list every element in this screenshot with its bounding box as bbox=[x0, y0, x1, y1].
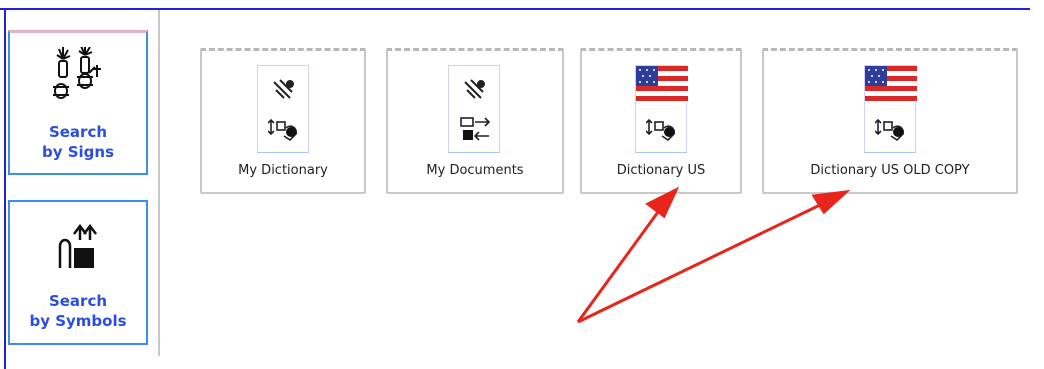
signwriting-icon bbox=[270, 76, 298, 109]
dictionary-label: Dictionary US bbox=[616, 163, 706, 178]
dictionary-card bbox=[864, 65, 917, 153]
search-by-symbols-button[interactable]: Search by Symbols bbox=[8, 200, 148, 345]
annotation-arrow-line bbox=[576, 211, 660, 323]
signwriting-icon bbox=[461, 76, 489, 109]
symbols-icon bbox=[54, 223, 102, 275]
sign-symbols-icon bbox=[645, 114, 678, 151]
dictionary-card bbox=[635, 65, 688, 153]
document-symbols-icon bbox=[459, 114, 493, 151]
dictionary-tile-my-dictionary[interactable]: My Dictionary bbox=[200, 48, 366, 194]
sign-symbols-icon bbox=[267, 114, 300, 151]
dictionary-tile-my-documents[interactable]: My Documents bbox=[386, 48, 564, 194]
us-flag-icon bbox=[636, 66, 688, 102]
annotation-arrow-line bbox=[577, 202, 823, 324]
dictionary-label: My Dictionary bbox=[238, 163, 328, 178]
dictionary-tile-dictionary-us[interactable]: Dictionary US bbox=[580, 48, 742, 194]
search-by-signs-button[interactable]: Search by Signs bbox=[8, 30, 148, 175]
dictionary-card bbox=[257, 65, 309, 153]
sign-symbols-icon bbox=[874, 114, 907, 151]
dictionary-label: My Documents bbox=[426, 163, 524, 178]
search-by-symbols-label: Search by Symbols bbox=[29, 292, 127, 330]
window-top-border bbox=[0, 8, 1030, 10]
annotation-arrowhead bbox=[811, 189, 851, 215]
dictionary-tile-dictionary-us-old-copy[interactable]: Dictionary US OLD COPY bbox=[762, 48, 1018, 194]
sidebar-divider bbox=[158, 10, 160, 356]
hands-signs-icon bbox=[49, 45, 107, 116]
dictionary-label: Dictionary US OLD COPY bbox=[810, 163, 970, 178]
search-by-signs-label: Search by Signs bbox=[41, 123, 115, 161]
window-left-border bbox=[4, 8, 6, 369]
us-flag-icon bbox=[865, 66, 917, 102]
dictionary-card bbox=[448, 65, 500, 153]
